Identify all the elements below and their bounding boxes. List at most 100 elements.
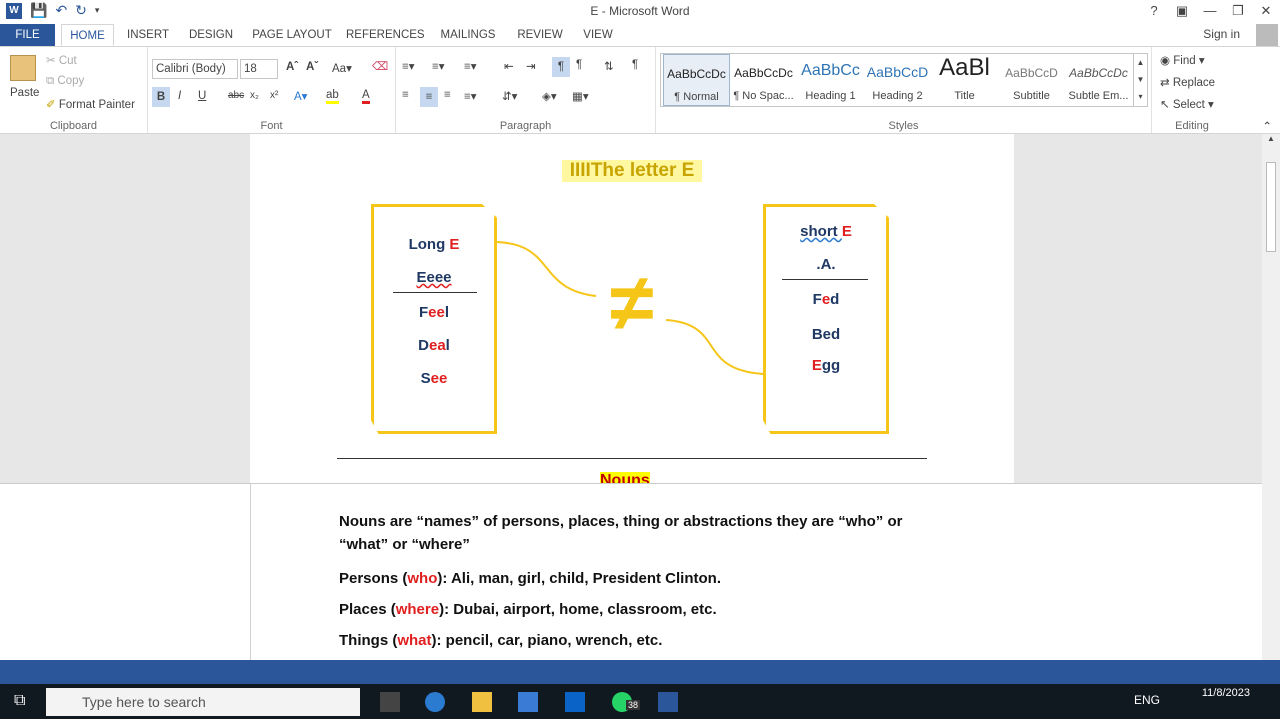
style-preview: AaBbCcDc: [734, 66, 793, 80]
line-text: ): Dubai, airport, home, classroom, etc.: [439, 601, 717, 618]
style-title[interactable]: AaBl Title: [931, 54, 998, 106]
letter: S: [420, 370, 431, 387]
numbering-icon[interactable]: ≡▾: [432, 59, 444, 73]
text-effects-icon[interactable]: A▾: [294, 89, 307, 103]
highlight-icon[interactable]: ab: [326, 89, 339, 104]
tab-home[interactable]: HOME: [61, 24, 114, 46]
font-color-icon[interactable]: A: [362, 89, 370, 104]
align-right-icon[interactable]: ≡: [444, 89, 451, 101]
bold-button[interactable]: B: [152, 87, 170, 107]
collapse-ribbon-icon[interactable]: ⌃: [1262, 119, 1272, 133]
change-case-icon[interactable]: Aa▾: [332, 61, 352, 75]
help-icon[interactable]: ?: [1140, 0, 1168, 22]
style-subtle-emphasis[interactable]: AaBbCcDc Subtle Em...: [1065, 54, 1132, 106]
vertical-scrollbar[interactable]: ▲: [1262, 134, 1280, 660]
tab-references[interactable]: REFERENCES: [346, 24, 425, 46]
style-heading-2[interactable]: AaBbCcD Heading 2: [864, 54, 931, 106]
style-name: Heading 2: [872, 90, 923, 102]
align-left-icon[interactable]: ≡: [402, 89, 409, 101]
style-name: ¶ No Spac...: [733, 90, 794, 102]
word-taskbar-icon[interactable]: [658, 692, 678, 712]
window-controls: ? ▣ — ❐ ✕: [1140, 0, 1280, 22]
replace-button[interactable]: ⇄ Replace: [1160, 75, 1215, 89]
style-preview: AaBbCc: [801, 62, 860, 79]
justify-icon[interactable]: ≡▾: [464, 89, 476, 103]
style-normal[interactable]: AaBbCcDc ¶ Normal: [663, 54, 730, 106]
bullets-icon[interactable]: ≡▾: [402, 59, 414, 73]
edge-icon[interactable]: [425, 692, 445, 712]
copy-button[interactable]: ⧉ Copy: [46, 75, 84, 88]
letter: l: [445, 337, 450, 354]
line-text: ): Ali, man, girl, child, President Clin…: [437, 570, 721, 587]
not-equal-symbol: ≠: [610, 258, 654, 347]
line-spacing-icon[interactable]: ⇵▾: [502, 89, 517, 103]
style-subtitle[interactable]: AaBbCcD Subtitle: [998, 54, 1065, 106]
italic-button[interactable]: I: [178, 90, 181, 102]
cut-button[interactable]: ✂ Cut: [46, 53, 77, 67]
tab-review[interactable]: REVIEW: [512, 24, 568, 46]
shading-icon[interactable]: ◈▾: [542, 89, 557, 103]
letter: d: [830, 291, 840, 308]
paste-button[interactable]: Paste: [10, 87, 39, 99]
avatar[interactable]: [1256, 24, 1278, 46]
show-marks-icon[interactable]: ¶: [632, 59, 638, 71]
file-explorer-icon[interactable]: [472, 692, 492, 712]
close-icon[interactable]: ✕: [1252, 0, 1280, 22]
decrease-indent-icon[interactable]: ⇤: [504, 59, 514, 73]
shrink-font-icon[interactable]: Aˇ: [306, 61, 318, 73]
font-size-select[interactable]: 18: [240, 59, 278, 79]
title-letter: E: [841, 223, 852, 240]
find-button[interactable]: ◉ Find ▾: [1160, 53, 1205, 67]
superscript-button[interactable]: x²: [270, 90, 278, 101]
divider: [782, 279, 868, 280]
question-word: what: [397, 632, 432, 649]
clock[interactable]: 11/8/2023: [1202, 686, 1250, 701]
lower-band: Nouns are “names” of persons, places, th…: [0, 483, 1262, 661]
align-center-icon[interactable]: ≡: [420, 87, 438, 107]
borders-icon[interactable]: ▦▾: [572, 89, 589, 103]
select-button[interactable]: ↖ Select ▾: [1160, 97, 1214, 111]
scroll-thumb[interactable]: [1266, 162, 1276, 252]
restore-icon[interactable]: ❐: [1224, 0, 1252, 22]
clear-format-icon[interactable]: ⌫: [372, 59, 388, 73]
mail-icon[interactable]: [565, 692, 585, 712]
increase-indent-icon[interactable]: ⇥: [526, 59, 536, 73]
grow-font-icon[interactable]: Aˆ: [286, 61, 298, 73]
subscript-button[interactable]: x₂: [250, 90, 259, 101]
minimize-icon[interactable]: —: [1196, 0, 1224, 22]
scroll-up-icon[interactable]: ▲: [1262, 134, 1280, 143]
paste-icon[interactable]: [10, 55, 36, 81]
format-painter-button[interactable]: ✐ Format Painter: [46, 97, 135, 111]
brush-icon: ✐: [46, 99, 56, 111]
style-heading-1[interactable]: AaBbCc Heading 1: [797, 54, 864, 106]
tab-page-layout[interactable]: PAGE LAYOUT: [250, 24, 334, 46]
tab-file[interactable]: FILE: [0, 24, 55, 46]
gallery-scroll[interactable]: ▲ ▼ ▾: [1133, 54, 1147, 106]
font-name-select[interactable]: Calibri (Body): [152, 59, 238, 79]
sign-in-link[interactable]: Sign in: [1203, 27, 1240, 41]
windows-start-icon[interactable]: ⧉: [14, 692, 32, 710]
tab-mailings[interactable]: MAILINGS: [436, 24, 500, 46]
tab-design[interactable]: DESIGN: [184, 24, 238, 46]
strikethrough-button[interactable]: abc: [228, 90, 244, 101]
underline-button[interactable]: U: [198, 90, 206, 102]
format-painter-label: Format Painter: [58, 99, 135, 111]
store-icon[interactable]: [518, 692, 538, 712]
tab-view[interactable]: VIEW: [578, 24, 618, 46]
style-no-spacing[interactable]: AaBbCcDc ¶ No Spac...: [730, 54, 797, 106]
style-name: Heading 1: [805, 90, 856, 102]
sort-icon[interactable]: ⇅: [604, 59, 614, 73]
task-view-icon[interactable]: [380, 692, 400, 712]
multilevel-icon[interactable]: ≡▾: [464, 59, 476, 73]
style-preview: AaBl: [939, 54, 990, 81]
window-title: E - Microsoft Word: [590, 4, 690, 18]
taskbar-search-input[interactable]: Type here to search: [46, 688, 360, 716]
line-text: ): pencil, car, piano, wrench, etc.: [431, 632, 663, 649]
ribbon-display-icon[interactable]: ▣: [1168, 0, 1196, 22]
title-letter: E: [449, 236, 460, 253]
tab-insert[interactable]: INSERT: [124, 24, 172, 46]
style-name: Subtitle: [1013, 90, 1050, 102]
rtl-icon[interactable]: ¶: [576, 59, 582, 71]
language-indicator[interactable]: ENG: [1134, 693, 1160, 707]
ltr-icon[interactable]: ¶: [552, 57, 570, 77]
